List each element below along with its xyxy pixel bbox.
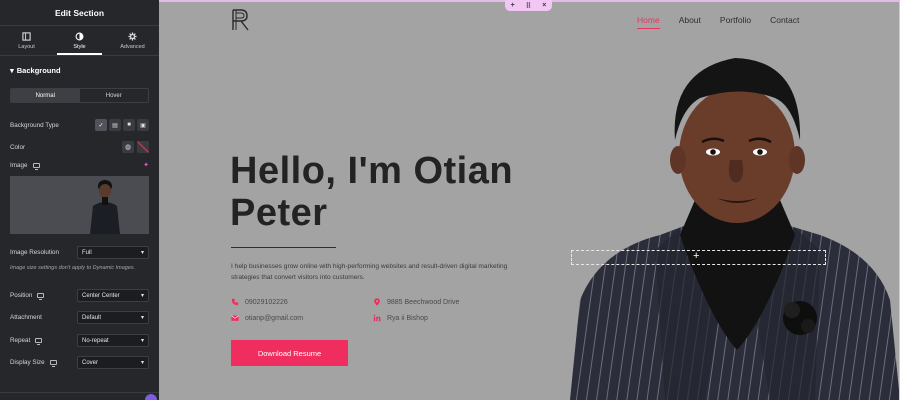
page-canvas: + ⠿ × Home About Portfolio Contact Hello… — [159, 0, 900, 400]
state-hover-button[interactable]: Hover — [80, 89, 149, 102]
linkedin-text[interactable]: Rya ii Bishop — [387, 315, 428, 322]
repeat-select[interactable]: No-repeat ▾ — [77, 334, 149, 347]
image-resolution-label: Image Resolution — [10, 249, 60, 256]
caret-down-icon: ▾ — [10, 65, 14, 75]
repeat-row: Repeat No-repeat ▾ — [10, 334, 149, 347]
image-resolution-row: Image Resolution Full ▾ — [10, 246, 149, 259]
background-image-preview[interactable] — [10, 176, 149, 234]
attachment-value: Default — [82, 314, 102, 321]
address-info: 9885 Beechwood Drive — [373, 298, 459, 306]
image-resolution-select[interactable]: Full ▾ — [77, 246, 149, 259]
desktop-icon[interactable] — [37, 293, 45, 300]
phone-text: 09029102226 — [245, 298, 288, 306]
background-type-options: ✓ ▤ ■ ▣ — [95, 119, 149, 131]
slideshow-icon[interactable]: ▣ — [137, 119, 149, 131]
email-info: otianp@gmail.com — [231, 314, 303, 322]
tab-style[interactable]: Style — [53, 26, 106, 55]
nav-contact[interactable]: Contact — [770, 15, 799, 25]
address-text: 9885 Beechwood Drive — [387, 298, 460, 306]
attachment-row: Attachment Default ▾ — [10, 311, 149, 324]
color-label: Color — [10, 143, 26, 151]
download-resume-button[interactable]: Download Resume — [231, 340, 348, 366]
panel-tabs: Layout Style Advanced — [0, 26, 159, 56]
gradient-icon[interactable]: ▤ — [109, 119, 121, 131]
display-size-value: Cover — [82, 359, 99, 366]
globe-icon[interactable]: ◍ — [122, 141, 134, 153]
notification-dot-icon[interactable] — [145, 394, 157, 400]
image-row: Image ✦ — [10, 161, 149, 170]
tab-style-label: Style — [73, 43, 86, 50]
display-size-select[interactable]: Cover ▾ — [77, 356, 149, 369]
color-swatch[interactable] — [137, 141, 149, 153]
image-size-note: Image size settings don't apply to Dynam… — [10, 265, 136, 271]
background-type-row: Background Type ✓ ▤ ■ ▣ — [10, 119, 149, 131]
linkedin-icon — [373, 314, 381, 322]
panel-bottom-divider — [0, 392, 159, 393]
display-size-row: Display Size Cover ▾ — [10, 356, 149, 369]
position-row: Position Center Center ▾ — [10, 289, 149, 302]
background-section-title: Background — [16, 65, 61, 75]
add-element-icon[interactable]: + — [693, 250, 699, 262]
hero-divider — [231, 247, 336, 248]
site-logo[interactable] — [230, 8, 252, 32]
chevron-down-icon: ▾ — [140, 360, 144, 366]
background-section-toggle[interactable]: ▾ Background — [0, 56, 159, 84]
desktop-icon[interactable] — [49, 360, 57, 367]
desktop-icon[interactable] — [32, 162, 40, 170]
state-toggle: Normal Hover — [10, 88, 149, 103]
email-text[interactable]: otianp@gmail.com — [245, 315, 303, 322]
attachment-select[interactable]: Default ▾ — [77, 311, 149, 324]
image-preview-portrait — [90, 180, 120, 234]
close-icon[interactable]: × — [542, 2, 546, 9]
image-label: Image — [10, 161, 28, 169]
color-row: Color ◍ — [10, 141, 149, 153]
phone-info: 09029102226 — [231, 298, 288, 306]
gear-icon — [128, 31, 137, 41]
tab-layout[interactable]: Layout — [0, 26, 53, 55]
add-section-icon[interactable]: + — [511, 2, 515, 9]
half-circle-icon — [75, 32, 84, 40]
layout-icon — [22, 31, 31, 41]
chevron-down-icon: ▾ — [140, 338, 144, 344]
main-nav: Home About Portfolio Contact — [637, 15, 799, 29]
chevron-down-icon: ▾ — [140, 315, 144, 321]
phone-icon — [231, 298, 239, 306]
hero-title-line1: Hello, I'm Otian — [230, 150, 514, 192]
attachment-label: Attachment — [10, 314, 42, 321]
hero-portrait — [570, 58, 900, 400]
repeat-label: Repeat — [10, 337, 31, 344]
brush-icon[interactable]: ✓ — [95, 119, 107, 131]
hero-title: Hello, I'm Otian Peter — [230, 150, 513, 234]
desktop-icon[interactable] — [35, 338, 43, 345]
display-size-label: Display Size — [10, 359, 45, 366]
video-icon[interactable]: ■ — [123, 119, 135, 131]
drag-handle-icon[interactable]: ⠿ — [526, 2, 531, 10]
image-resolution-value: Full — [82, 249, 92, 256]
location-pin-icon — [374, 298, 380, 306]
position-value: Center Center — [82, 292, 120, 299]
repeat-value: No-repeat — [82, 337, 109, 344]
section-controls: + ⠿ × — [505, 0, 552, 11]
hero-title-line2: Peter — [230, 192, 328, 234]
chevron-down-icon: ▾ — [140, 293, 144, 299]
position-label: Position — [10, 292, 33, 299]
tab-layout-label: Layout — [18, 43, 35, 50]
ai-sparkle-icon[interactable]: ✦ — [143, 161, 149, 169]
linkedin-info: Rya ii Bishop — [373, 314, 428, 322]
email-icon — [231, 315, 239, 321]
tab-advanced[interactable]: Advanced — [106, 26, 159, 55]
hero-description: I help businesses grow online with high-… — [231, 263, 508, 281]
tab-advanced-label: Advanced — [120, 43, 145, 50]
background-type-label: Background Type — [10, 121, 59, 129]
panel-title: Edit Section — [0, 0, 159, 26]
state-normal-button[interactable]: Normal — [11, 89, 80, 102]
position-select[interactable]: Center Center ▾ — [77, 289, 149, 302]
nav-about[interactable]: About — [679, 15, 701, 25]
nav-portfolio[interactable]: Portfolio — [720, 15, 751, 25]
chevron-down-icon: ▾ — [140, 250, 144, 256]
nav-home[interactable]: Home — [637, 15, 660, 29]
editor-panel: Edit Section Layout Style Advanced ▾ Bac… — [0, 0, 159, 400]
